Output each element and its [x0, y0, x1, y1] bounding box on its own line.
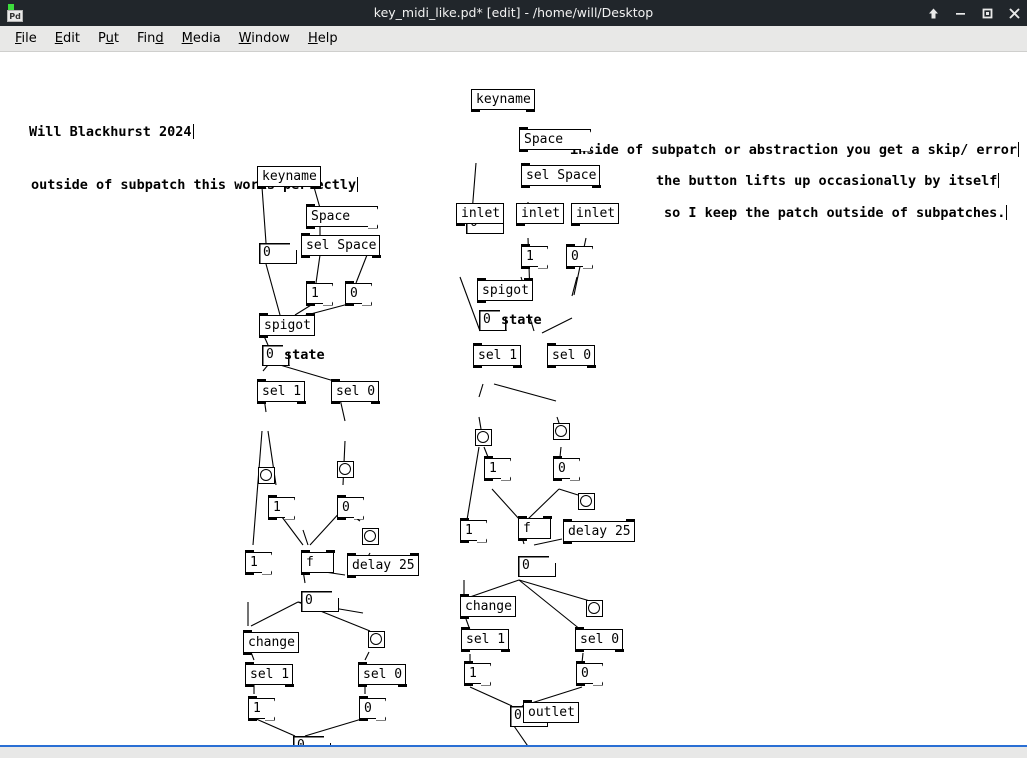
object-spigot-right[interactable]: spigot	[476, 278, 534, 303]
bang-c-left[interactable]	[362, 528, 379, 545]
label-state-right[interactable]: state	[501, 313, 542, 328]
bang-b-right[interactable]	[553, 423, 570, 440]
message-zero-top-right[interactable]: 0	[565, 244, 593, 269]
object-spigot-left[interactable]: spigot	[258, 313, 316, 338]
window-controls	[927, 0, 1021, 26]
shade-button[interactable]	[927, 0, 940, 26]
menu-item-find[interactable]: Find	[128, 29, 173, 48]
object-change-right[interactable]: change	[459, 594, 516, 619]
menu-item-media[interactable]: Media	[173, 29, 230, 48]
bang-d-left[interactable]	[368, 631, 385, 648]
window-title: key_midi_like.pd* [edit] - /home/will/De…	[373, 5, 654, 20]
object-sel-one-a-right[interactable]: sel 1	[472, 343, 522, 368]
message-one-b-right[interactable]: 1	[459, 518, 487, 543]
menu-bar: File Edit Put Find Media Window Help	[0, 26, 1027, 52]
message-zero-a-left[interactable]: 0	[336, 495, 364, 520]
object-inlet-2-right[interactable]: inlet	[515, 203, 565, 226]
menu-item-edit[interactable]: Edit	[46, 29, 89, 48]
number-box-mid-left[interactable]: 0	[301, 591, 339, 612]
pd-editor-window: Pd key_midi_like.pd* [edit] - /home/will…	[0, 0, 1027, 758]
comment-right-note-2[interactable]: the button lifts up occasionally by itse…	[656, 173, 1000, 189]
menu-item-help[interactable]: Help	[299, 29, 347, 48]
object-sel-space-right[interactable]: sel Space	[520, 163, 601, 188]
object-sel-zero-a-left[interactable]: sel 0	[330, 379, 380, 404]
title-bar: Pd key_midi_like.pd* [edit] - /home/will…	[0, 0, 1027, 26]
object-delay-left[interactable]: delay 25	[346, 553, 420, 578]
maximize-button[interactable]	[981, 0, 994, 26]
object-sel-zero-a-right[interactable]: sel 0	[546, 343, 596, 368]
number-box-key-left[interactable]: 0	[259, 243, 297, 264]
menu-item-put[interactable]: Put	[89, 29, 128, 48]
message-one-top-right[interactable]: 1	[520, 244, 548, 269]
message-one-c-left[interactable]: 1	[247, 696, 275, 721]
number-box-bottom-left[interactable]: 0	[293, 736, 331, 745]
message-one-a-left[interactable]: 1	[267, 495, 295, 520]
object-change-left[interactable]: change	[242, 630, 299, 655]
bang-d-right[interactable]	[586, 600, 603, 617]
status-bar	[0, 747, 1027, 758]
bang-b-left[interactable]	[337, 461, 354, 478]
object-keyname-left[interactable]: keyname	[256, 166, 322, 189]
object-outlet-right[interactable]: outlet	[522, 700, 579, 723]
object-float-right[interactable]: f	[517, 516, 552, 541]
message-space-right[interactable]: Space	[518, 127, 591, 152]
menu-item-file[interactable]: File	[6, 29, 46, 48]
message-zero-c-right[interactable]: 0	[575, 661, 603, 686]
object-sel-one-b-left[interactable]: sel 1	[244, 662, 294, 687]
message-zero-top-left[interactable]: 0	[344, 281, 372, 306]
object-sel-space-left[interactable]: sel Space	[300, 233, 381, 258]
message-one-a-right[interactable]: 1	[483, 456, 511, 481]
object-sel-one-a-left[interactable]: sel 1	[256, 379, 306, 404]
message-space-left[interactable]: Space	[305, 204, 378, 229]
object-delay-right[interactable]: delay 25	[562, 519, 636, 544]
label-state-left[interactable]: state	[284, 348, 325, 363]
message-one-top-left[interactable]: 1	[305, 281, 333, 306]
object-inlet-3-right[interactable]: inlet	[570, 203, 620, 226]
close-button[interactable]	[1008, 0, 1021, 26]
bang-c-right[interactable]	[578, 493, 595, 510]
message-one-c-right[interactable]: 1	[463, 661, 491, 686]
object-sel-zero-b-left[interactable]: sel 0	[357, 662, 407, 687]
message-zero-a-right[interactable]: 0	[552, 456, 580, 481]
object-sel-zero-b-right[interactable]: sel 0	[574, 627, 624, 652]
object-float-left[interactable]: f	[300, 550, 335, 575]
bang-a-right[interactable]	[475, 429, 492, 446]
object-keyname-right[interactable]: keyname	[470, 89, 536, 112]
message-one-b-left[interactable]: 1	[244, 550, 272, 575]
object-inlet-1-right[interactable]: inlet	[455, 203, 505, 226]
comment-author[interactable]: Will Blackhurst 2024	[29, 124, 194, 140]
object-sel-one-b-right[interactable]: sel 1	[460, 627, 510, 652]
patch-canvas[interactable]: Will Blackhurst 2024 outside of subpatch…	[0, 53, 1027, 745]
comment-right-note-1[interactable]: inside of subpatch or abstraction you ge…	[570, 142, 1020, 158]
menu-item-window[interactable]: Window	[230, 29, 299, 48]
message-zero-c-left[interactable]: 0	[358, 696, 386, 721]
minimize-button[interactable]	[954, 0, 967, 26]
comment-right-note-3[interactable]: so I keep the patch outside of subpatche…	[664, 205, 1008, 221]
number-box-mid-right[interactable]: 0	[518, 556, 556, 577]
bang-a-left[interactable]	[258, 467, 275, 484]
